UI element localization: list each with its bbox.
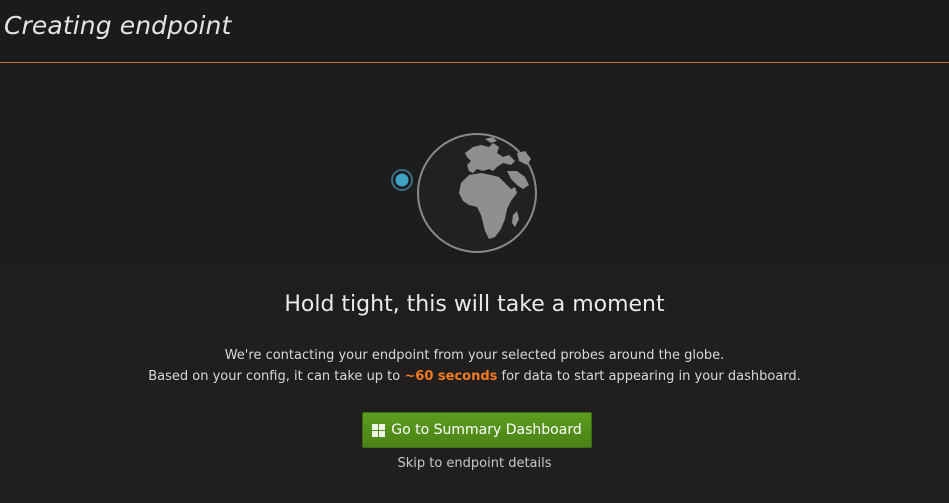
page-title: Creating endpoint bbox=[4, 11, 232, 40]
dashboard-grid-icon bbox=[372, 423, 386, 437]
header: Creating endpoint bbox=[0, 0, 949, 63]
wait-time-highlight: ~60 seconds bbox=[404, 369, 498, 384]
main-heading: Hold tight, this will take a moment bbox=[284, 292, 665, 317]
globe-illustration bbox=[389, 131, 539, 255]
description-line-2-suffix: for data to start appearing in your dash… bbox=[497, 369, 801, 384]
description-line-2-prefix: Based on your config, it can take up to bbox=[148, 369, 405, 384]
description-line-1: We're contacting your endpoint from your… bbox=[224, 348, 725, 363]
description: We're contacting your endpoint from your… bbox=[0, 345, 949, 387]
skip-to-endpoint-details-link[interactable]: Skip to endpoint details bbox=[0, 456, 949, 471]
globe-icon bbox=[391, 133, 537, 253]
go-to-summary-dashboard-button[interactable]: Go to Summary Dashboard bbox=[362, 412, 592, 448]
go-to-summary-dashboard-label: Go to Summary Dashboard bbox=[391, 422, 582, 438]
description-line-2: Based on your config, it can take up to … bbox=[0, 366, 949, 387]
page: Creating endpoint Hold tight, this will … bbox=[0, 0, 949, 503]
